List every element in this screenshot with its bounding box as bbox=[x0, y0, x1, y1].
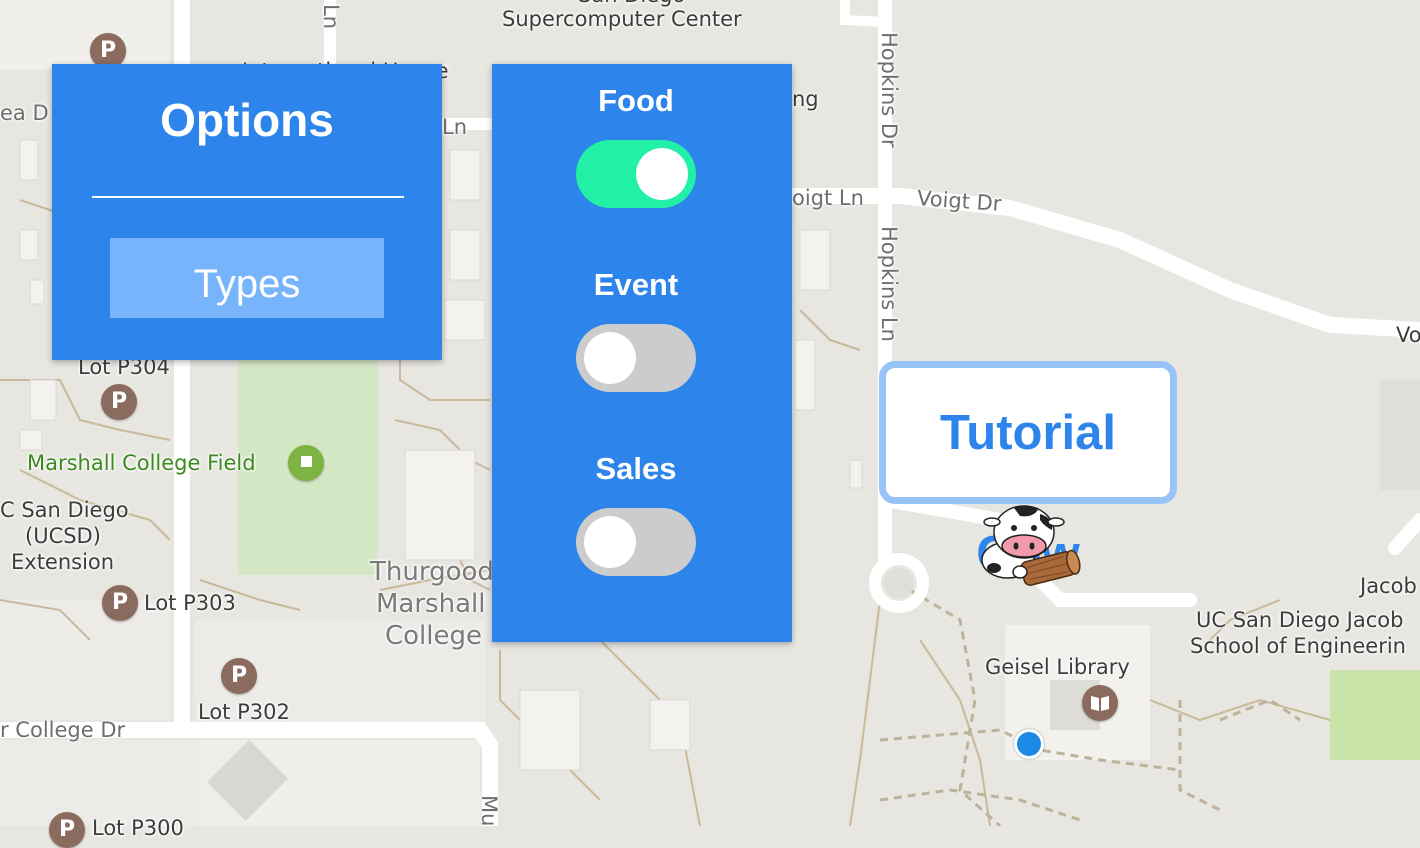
options-panel: Options Types bbox=[52, 64, 442, 360]
options-title: Options bbox=[160, 94, 334, 146]
parking-icon[interactable]: P bbox=[221, 658, 257, 694]
event-toggle[interactable] bbox=[576, 324, 696, 392]
library-icon[interactable] bbox=[1082, 685, 1118, 721]
sales-toggle[interactable] bbox=[576, 508, 696, 576]
options-divider bbox=[92, 196, 404, 198]
toggle-knob bbox=[636, 148, 688, 200]
place-label-thurgood-2: Marshall bbox=[376, 589, 486, 619]
type-filter-panel: Food Event Sales bbox=[492, 64, 792, 642]
filter-label-sales: Sales bbox=[595, 451, 677, 486]
tutorial-cow-label: Tutorial Cow bbox=[891, 373, 1165, 581]
types-button[interactable]: Types bbox=[110, 238, 384, 318]
road-label-hopkins-dr: Hopkins Dr bbox=[877, 32, 901, 148]
park-square-icon bbox=[300, 455, 312, 467]
place-label-thurgood-1: Thurgood bbox=[370, 557, 494, 587]
road-label-college-dr: r College Dr bbox=[0, 718, 126, 742]
place-label-ucsd-ext-1: C San Diego bbox=[0, 498, 129, 522]
road-label-mu: Mu bbox=[477, 795, 501, 827]
parking-icon[interactable]: P bbox=[102, 585, 138, 621]
parking-icon[interactable]: P bbox=[49, 812, 85, 848]
place-label-supercomputer: Supercomputer Center bbox=[502, 7, 742, 31]
toggle-knob bbox=[584, 516, 636, 568]
place-label-jacobs-1: Jacob bbox=[1360, 574, 1417, 598]
place-label-jacobs-2: UC San Diego Jacob bbox=[1196, 608, 1404, 632]
place-label-jacobs-3: School of Engineerin bbox=[1190, 634, 1406, 658]
road-label-ea-d: ea D bbox=[0, 101, 49, 125]
road-label-voigt-ln: oigt Ln bbox=[792, 186, 864, 210]
place-label-ng: ng bbox=[792, 87, 819, 111]
road-label-ln-top: Ln bbox=[319, 4, 343, 30]
place-label-marshall-field: Marshall College Field bbox=[27, 451, 256, 475]
place-label-ucsd-ext-2: (UCSD) bbox=[25, 524, 101, 548]
toggle-knob bbox=[584, 332, 636, 384]
place-label-vo: Vo bbox=[1396, 323, 1420, 347]
filter-label-event: Event bbox=[593, 267, 679, 302]
place-label-lot-p302: Lot P302 bbox=[198, 700, 290, 724]
place-label-san-diego-top: San Diego bbox=[578, 0, 685, 8]
food-toggle[interactable] bbox=[576, 140, 696, 208]
road-label-hopkins-ln: Hopkins Ln bbox=[877, 226, 901, 342]
parking-icon[interactable]: P bbox=[101, 384, 137, 420]
book-icon bbox=[1091, 696, 1109, 711]
cow-mascot-icon[interactable] bbox=[970, 498, 1085, 593]
place-label-thurgood-3: College bbox=[385, 621, 483, 651]
place-label-geisel: Geisel Library bbox=[985, 655, 1130, 679]
current-location-dot bbox=[1014, 729, 1044, 759]
filter-label-food: Food bbox=[598, 83, 674, 118]
place-label-lot-p-bottom: Lot P300 bbox=[92, 816, 184, 840]
tutorial-cow-tooltip[interactable]: Tutorial Cow bbox=[879, 361, 1177, 581]
place-label-ucsd-ext-3: Extension bbox=[11, 550, 115, 574]
road-label-ln-mid: Ln bbox=[442, 115, 468, 139]
park-icon[interactable] bbox=[288, 445, 324, 481]
place-label-lot-p303: Lot P303 bbox=[144, 591, 236, 615]
